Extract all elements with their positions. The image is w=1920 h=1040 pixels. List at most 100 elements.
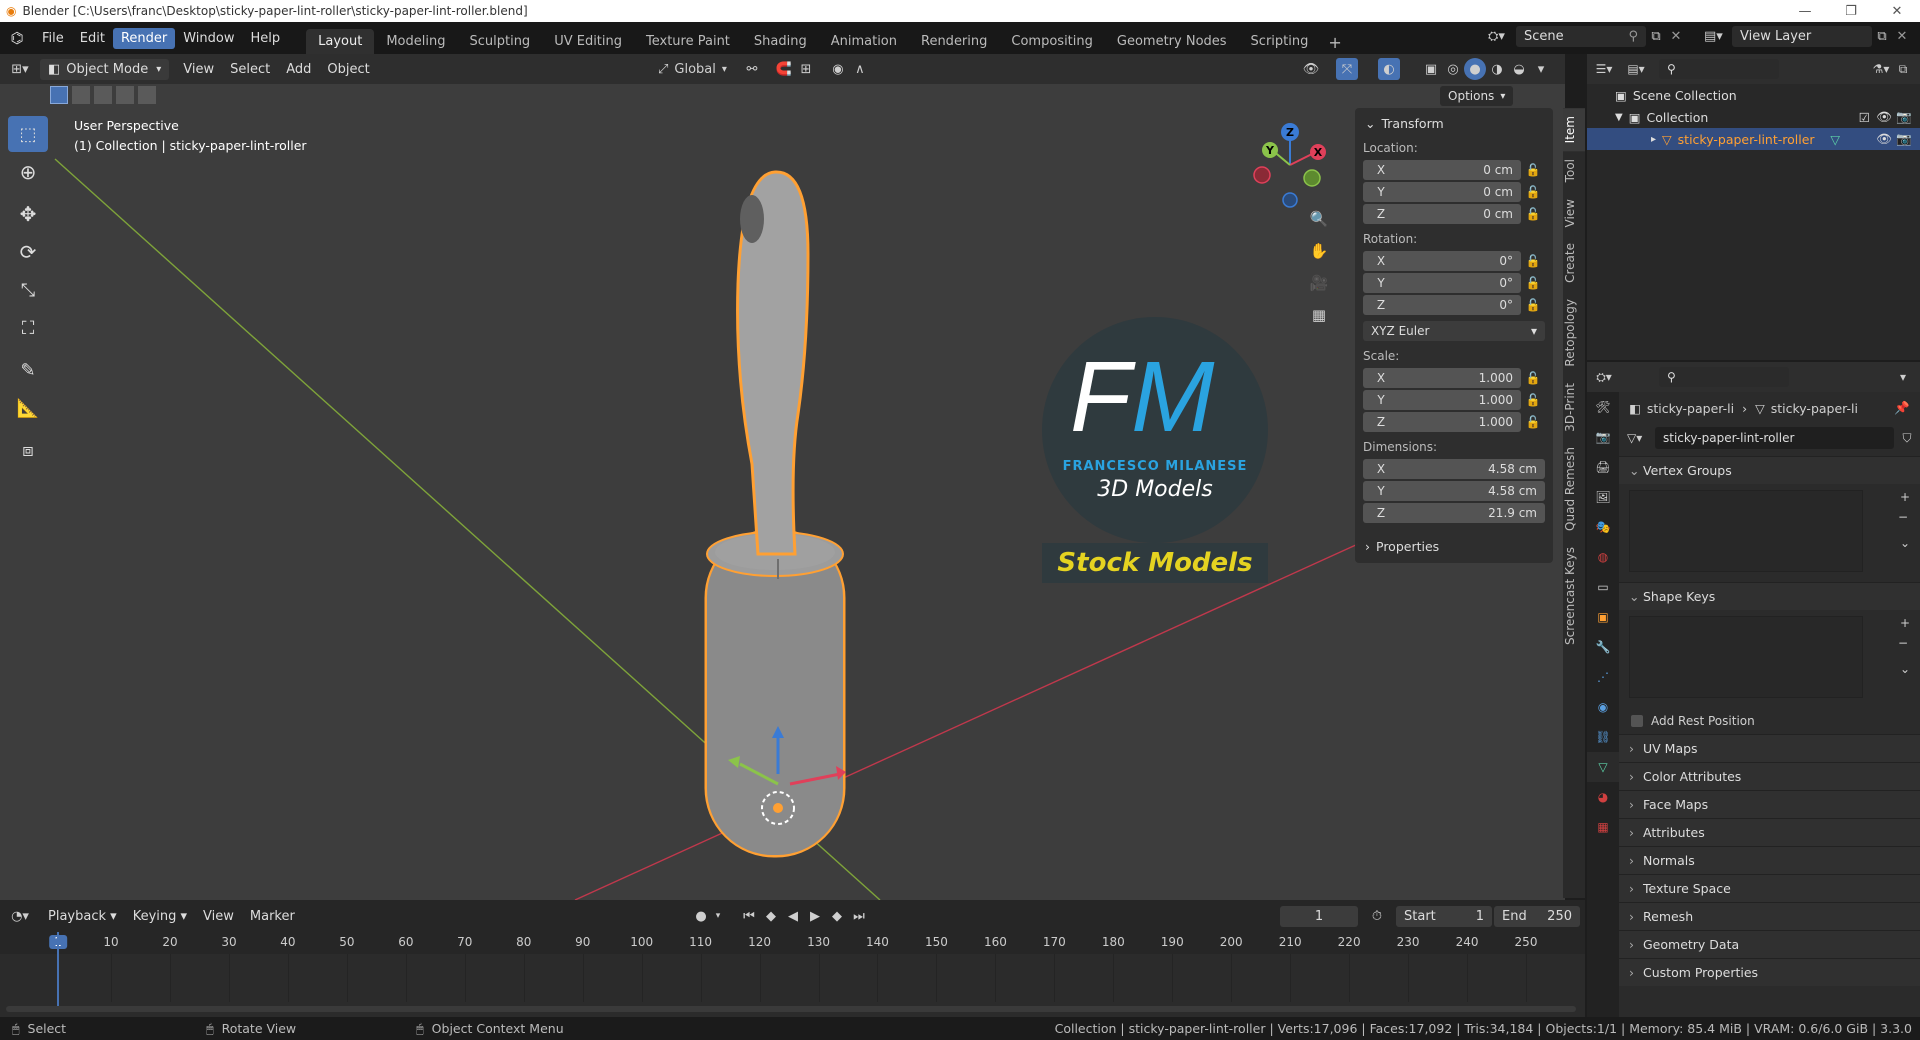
menu-view[interactable]: View [175,59,222,80]
eye-icon[interactable]: 👁 [1876,109,1892,125]
material-properties-icon[interactable]: ◕ [1587,782,1619,812]
material-shading-icon[interactable]: ◑ [1486,58,1508,80]
vertex-groups-header[interactable]: ⌄ Vertex Groups [1619,456,1920,484]
playhead[interactable] [57,932,59,1012]
add-icon[interactable]: + [1900,616,1910,630]
record-icon[interactable]: ● [690,905,712,927]
menu-object[interactable]: Object [319,59,377,80]
add-cube-tool[interactable]: ⧈ [8,432,48,468]
editor-type-icon[interactable]: ☰▾ [1593,58,1615,80]
chevron-down-icon[interactable]: ⌄ [1900,536,1910,550]
texture-properties-icon[interactable]: ▦ [1587,812,1619,842]
select-box-tool[interactable]: ⬚ [8,116,48,152]
remesh-section[interactable]: › Remesh [1619,902,1920,930]
ortho-grid-icon[interactable]: ▦ [1308,304,1330,326]
tool-properties-icon[interactable]: 🛠 [1587,392,1619,422]
scale-x-field[interactable]: X 1.000 [1363,368,1521,388]
scene-icon[interactable]: ⛭▾ [1488,29,1516,44]
close-button[interactable]: ✕ [1874,4,1920,19]
menu-help[interactable]: Help [243,28,289,49]
filter-icon[interactable]: ⚗▾ [1870,58,1892,80]
zoom-icon[interactable]: 🔍 [1308,208,1330,230]
new-collection-icon[interactable]: ⧉ [1892,58,1914,80]
tab-shading[interactable]: Shading [742,29,819,54]
menu-playback[interactable]: Playback ▾ [40,906,125,927]
outliner-search-input[interactable]: ⚲ [1659,59,1779,79]
3d-viewport[interactable]: Options ▾ User Perspective (1) Collection… [0,84,1565,900]
location-z-field[interactable]: Z0 cm [1363,204,1521,224]
menu-select[interactable]: Select [222,59,278,80]
menu-add[interactable]: Add [278,59,319,80]
lock-icon[interactable]: 🔓 [1521,163,1545,177]
visibility-icon[interactable]: 👁 [1300,58,1322,80]
remove-icon[interactable]: − [1898,636,1908,650]
scene-field[interactable]: Scene ⚲ [1516,26,1646,47]
menu-file[interactable]: File [34,28,72,49]
output-properties-icon[interactable]: 🖨 [1587,452,1619,482]
tab-texture-paint[interactable]: Texture Paint [634,29,742,54]
lock-icon[interactable]: 🔓 [1521,415,1545,429]
lock-icon[interactable]: 🔓 [1521,185,1545,199]
timeline-scrollbar[interactable] [6,1006,1576,1012]
annotate-tool[interactable]: ✎ [8,352,48,388]
camera-icon[interactable]: 📷 [1896,109,1912,125]
fake-user-icon[interactable]: ⛉ [1894,431,1920,446]
constraints-properties-icon[interactable]: ⛓ [1587,722,1619,752]
mesh-name-field[interactable]: sticky-paper-lint-roller [1655,427,1894,449]
chevron-down-icon[interactable]: ▾ [1892,366,1914,388]
tab-view[interactable]: View [1563,191,1585,235]
dimensions-x-field[interactable]: X 4.58 cm [1363,459,1545,479]
solid-shading-icon[interactable]: ● [1464,58,1486,80]
stopwatch-icon[interactable]: ⏱ [1366,905,1388,927]
tab-sculpting[interactable]: Sculpting [457,29,542,54]
geometry-data-section[interactable]: › Geometry Data [1619,930,1920,958]
collection-row[interactable]: ▼ ▣ Collection ☑ 👁 📷 [1587,106,1920,128]
tab-layout[interactable]: Layout [306,29,375,54]
tab-3d-print[interactable]: 3D-Print [1563,375,1585,440]
attributes-section[interactable]: › Attributes [1619,818,1920,846]
lock-icon[interactable]: 🔓 [1521,298,1545,312]
tab-create[interactable]: Create [1563,235,1585,291]
lint-roller-object[interactable] [704,170,846,858]
tab-scripting[interactable]: Scripting [1239,29,1321,54]
view-layer-properties-icon[interactable]: 🖼 [1587,482,1619,512]
add-workspace-button[interactable]: + [1320,31,1349,54]
transform-tool[interactable]: ⛶ [8,310,48,346]
tab-geometry-nodes[interactable]: Geometry Nodes [1105,29,1239,54]
transform-header[interactable]: ⌄ Transform [1355,108,1553,135]
object-properties-icon[interactable]: ▣ [1587,602,1619,632]
texture-space-section[interactable]: › Texture Space [1619,874,1920,902]
editor-type-icon[interactable]: ⊞▾ [0,58,40,80]
display-mode-icon[interactable]: ▤▾ [1625,58,1647,80]
delete-view-layer-icon[interactable]: ✕ [1892,29,1912,44]
tab-animation[interactable]: Animation [819,29,909,54]
dimensions-z-field[interactable]: Z 21.9 cm [1363,503,1545,523]
lock-icon[interactable]: 🔓 [1521,254,1545,268]
xray-icon[interactable]: ▣ [1420,58,1442,80]
cursor-tool[interactable]: ⊕ [8,154,48,190]
play-reverse-icon[interactable]: ◀ [782,905,804,927]
delete-scene-icon[interactable]: ✕ [1666,29,1686,44]
menu-marker[interactable]: Marker [242,906,303,927]
snap-target-icon[interactable]: ⊞ [795,58,817,80]
add-rest-position-checkbox[interactable] [1631,715,1643,727]
current-frame-field[interactable]: 1 [1280,905,1358,927]
shape-keys-listbox[interactable] [1629,616,1863,698]
remove-icon[interactable]: − [1898,510,1908,524]
color-attributes-section[interactable]: › Color Attributes [1619,762,1920,790]
menu-window[interactable]: Window [175,28,242,49]
lock-icon[interactable]: 🔓 [1521,371,1545,385]
start-frame-field[interactable]: Start 1 [1396,905,1492,927]
camera-icon[interactable]: 🎥 [1308,272,1330,294]
mesh-data-icon[interactable]: ▽▾ [1627,431,1655,445]
custom-properties-section[interactable]: › Custom Properties [1619,958,1920,986]
view-layer-field[interactable]: View Layer [1732,26,1872,47]
tab-uv-editing[interactable]: UV Editing [542,29,634,54]
menu-timeline-view[interactable]: View [195,906,242,927]
physics-properties-icon[interactable]: ◉ [1587,692,1619,722]
location-x-field[interactable]: X0 cm [1363,160,1521,180]
tab-modeling[interactable]: Modeling [374,29,457,54]
tab-quad-remesh[interactable]: Quad Remesh [1563,439,1585,539]
falloff-icon[interactable]: ∧ [849,58,871,80]
lock-icon[interactable]: 🔓 [1521,393,1545,407]
